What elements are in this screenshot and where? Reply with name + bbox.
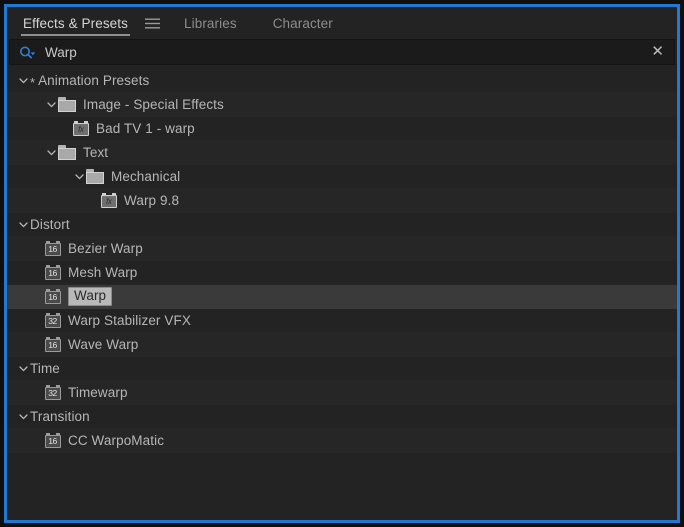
effect-icon: 16 [45,289,61,304]
tree-row[interactable]: Transition [7,405,677,429]
tree-row-label: Warp Stabilizer VFX [68,313,191,328]
tree-row-label: Distort [30,217,70,232]
tree-row-label: Transition [30,409,90,424]
tree-row[interactable]: Mechanical [7,165,677,189]
effect-icon: 32 [45,385,61,400]
effect-icon: 32 [45,313,61,328]
hamburger-menu-icon[interactable] [144,7,160,39]
tab-label: Effects & Presets [23,15,128,31]
tree-row-label: CC WarpoMatic [68,433,165,448]
chevron-down-icon[interactable] [45,147,57,159]
search-row: Warp ✕ [7,39,677,69]
chevron-down-icon[interactable] [45,99,57,111]
effect-icon: 16 [45,241,61,256]
effects-tree-list[interactable]: * Animation Presets Image - Special Effect… [7,69,677,520]
effect-icon: 16 [45,433,61,448]
tab-character[interactable]: Character [271,7,335,39]
folder-icon [58,97,76,112]
tree-row-label: Mesh Warp [68,265,138,280]
effect-icon: 16 [45,265,61,280]
chevron-down-icon[interactable] [17,363,29,375]
tree-row-label: Bezier Warp [68,241,143,256]
tree-row-label: Mechanical [111,169,181,184]
animation-presets-asterisk: * [30,75,36,90]
tab-libraries[interactable]: Libraries [182,7,239,39]
panel-tab-bar: Effects & Presets Libraries Character [7,7,677,39]
search-input[interactable]: Warp ✕ [9,39,675,65]
tree-row-label: Time [30,361,60,376]
tree-row[interactable]: 16 Mesh Warp [7,261,677,285]
tree-row-label: Wave Warp [68,337,139,352]
search-icon[interactable] [19,46,36,59]
tree-row[interactable]: 16 CC WarpoMatic [7,429,677,453]
animation-preset-icon: fx [73,121,89,136]
tree-row[interactable]: 16 Bezier Warp [7,237,677,261]
clear-search-icon[interactable]: ✕ [649,44,666,61]
active-tab-underline [21,34,130,36]
tree-row[interactable]: Text [7,141,677,165]
folder-icon [58,145,76,160]
chevron-down-icon[interactable] [17,219,29,231]
tree-row[interactable]: Image - Special Effects [7,93,677,117]
tree-row[interactable]: Time [7,357,677,381]
tree-row[interactable]: fx Warp 9.8 [7,189,677,213]
tree-row[interactable]: Distort [7,213,677,237]
chevron-down-icon[interactable] [17,411,29,423]
search-input-value[interactable]: Warp [45,45,649,60]
folder-icon [86,169,104,184]
tree-row[interactable]: 16 Wave Warp [7,333,677,357]
chevron-down-icon[interactable] [73,171,85,183]
tree-row[interactable]: fx Bad TV 1 - warp [7,117,677,141]
effects-and-presets-panel: Effects & Presets Libraries Character Wa… [4,4,680,523]
tab-label: Libraries [184,15,237,31]
tree-row-label: Text [83,145,109,160]
tree-row[interactable]: * Animation Presets [7,69,677,93]
tree-row-label: Bad TV 1 - warp [96,121,195,136]
chevron-down-icon[interactable] [17,75,29,87]
tree-row[interactable]: 32 Warp Stabilizer VFX [7,309,677,333]
animation-preset-icon: fx [101,193,117,208]
tab-effects-and-presets[interactable]: Effects & Presets [21,7,130,39]
tab-label: Character [272,15,333,31]
effect-icon: 16 [45,337,61,352]
tree-row-label: Warp 9.8 [124,193,180,208]
tree-row[interactable]: 32 Timewarp [7,381,677,405]
tree-row-label: Warp [68,287,113,306]
tree-row[interactable]: 16 Warp [7,285,677,309]
tree-row-label: Timewarp [68,385,128,400]
tree-row-label: Image - Special Effects [83,97,224,112]
tree-row-label: Animation Presets [38,73,150,88]
